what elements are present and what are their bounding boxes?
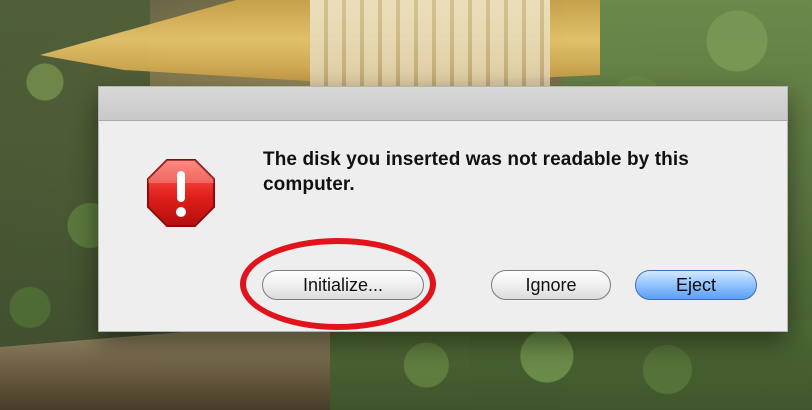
alert-message: The disk you inserted was not readable b… [263, 149, 689, 195]
alert-dialog: The disk you inserted was not readable b… [98, 86, 788, 332]
eject-button[interactable]: Eject [635, 270, 757, 300]
initialize-button[interactable]: Initialize... [262, 270, 424, 300]
wallpaper-bottom-foliage [330, 320, 812, 410]
ignore-button[interactable]: Ignore [491, 270, 611, 300]
stop-alert-icon [145, 157, 217, 229]
dialog-title-bar [99, 87, 787, 121]
desktop-wallpaper: The disk you inserted was not readable b… [0, 0, 812, 410]
